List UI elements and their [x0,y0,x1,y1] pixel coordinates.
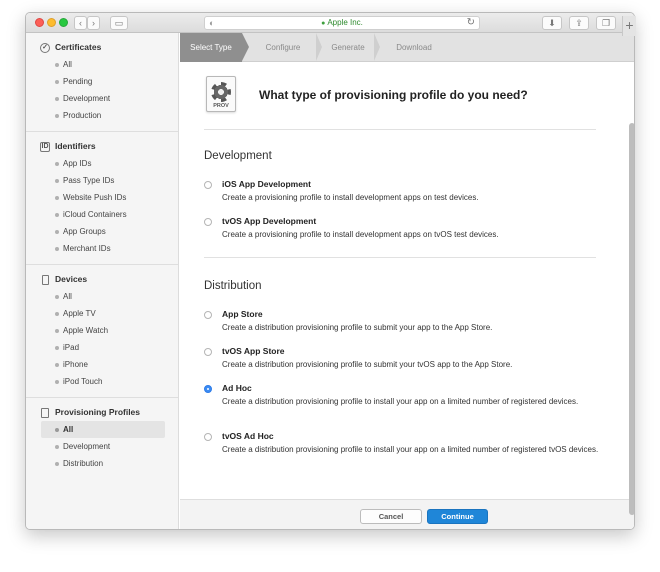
sidebar-item-apple-watch[interactable]: Apple Watch [26,322,178,339]
gear-icon [211,82,231,102]
sidebar-item-ipod-touch[interactable]: iPod Touch [26,373,178,390]
sidebar: ✓ Certificates All Pending Development Pr… [26,33,179,529]
option-title: App Store [222,309,263,319]
sidebar-section-certificates: ✓ Certificates All Pending Development Pr… [26,33,178,132]
device-icon [42,275,49,285]
option-title: tvOS Ad Hoc [222,431,274,441]
development-heading: Development [204,150,272,162]
option-description: Create a distribution provisioning profi… [222,323,493,332]
distribution-heading: Distribution [204,280,262,292]
sidebar-item-profiles-all[interactable]: All [41,421,165,438]
option-title: tvOS App Store [222,346,285,356]
sidebar-heading: ✓ Certificates [26,39,178,56]
sidebar-section-devices: Devices All Apple TV Apple Watch iPad iP… [26,265,178,398]
tabs-overview-icon[interactable]: ❐ [596,16,616,30]
step-download: Download [396,43,432,52]
sidebar-item-certificates-development[interactable]: Development [26,90,178,107]
radio-button[interactable] [204,348,212,356]
radio-button[interactable] [204,218,212,226]
sidebar-item-app-groups[interactable]: App Groups [26,223,178,240]
browser-toolbar: ‹ › ▭ ◐ ● Apple Inc. ↻ ⬇ ⇪ ❐ [26,13,634,33]
radio-button[interactable] [204,311,212,319]
step-select-type: Select Type [180,33,242,62]
sidebar-item-apple-tv[interactable]: Apple TV [26,305,178,322]
sidebar-item-website-push-ids[interactable]: Website Push IDs [26,189,178,206]
certificate-icon: ✓ [40,43,50,53]
page-question: What type of provisioning profile do you… [259,88,528,102]
sidebar-section-identifiers: ID Identifiers App IDs Pass Type IDs Webs… [26,132,178,265]
divider [204,257,596,258]
scrollbar[interactable] [629,123,634,515]
minimize-window-button[interactable] [47,18,56,27]
id-card-icon: ID [40,142,50,152]
option-description: Create a provisioning profile to install… [222,193,479,202]
lock-icon: ● [321,20,326,27]
option-description: Create a distribution provisioning profi… [222,360,513,369]
option-description: Create a provisioning profile to install… [222,230,499,239]
step-configure: Configure [265,43,301,52]
sidebar-item-iphone[interactable]: iPhone [26,356,178,373]
sidebar-item-profiles-distribution[interactable]: Distribution [26,455,178,472]
radio-button-selected[interactable] [204,385,212,393]
main-content: Select Type Configure Generate Download … [180,33,634,529]
cancel-button[interactable]: Cancel [360,509,422,524]
new-tab-plus-icon[interactable]: + [622,16,636,36]
radio-button[interactable] [204,433,212,441]
sidebar-item-app-ids[interactable]: App IDs [26,155,178,172]
close-window-button[interactable] [35,18,44,27]
zoom-window-button[interactable] [59,18,68,27]
back-icon[interactable]: ‹ [74,16,87,30]
sidebar-toggle-icon[interactable]: ▭ [110,16,128,30]
option-title: tvOS App Development [222,216,317,226]
sidebar-heading: Devices [26,271,178,288]
sidebar-item-pass-type-ids[interactable]: Pass Type IDs [26,172,178,189]
sidebar-item-certificates-all[interactable]: All [26,56,178,73]
sidebar-item-devices-all[interactable]: All [26,288,178,305]
option-description: Create a distribution provisioning profi… [222,445,599,454]
divider [204,129,596,130]
address-text: Apple Inc. [327,18,363,27]
option-title: Ad Hoc [222,383,252,393]
address-bar[interactable]: ◐ ● Apple Inc. ↻ [204,16,480,30]
footer-bar: Cancel Continue [180,499,634,529]
forward-icon[interactable]: › [87,16,100,30]
wizard-steps: Select Type Configure Generate Download [180,33,634,62]
sidebar-item-merchant-ids[interactable]: Merchant IDs [26,240,178,257]
sidebar-item-ipad[interactable]: iPad [26,339,178,356]
share-icon[interactable]: ⇪ [569,16,589,30]
downloads-icon[interactable]: ⬇ [542,16,562,30]
provisioning-profile-icon: PROV [206,76,236,112]
radio-button[interactable] [204,181,212,189]
browser-window: ‹ › ▭ ◐ ● Apple Inc. ↻ ⬇ ⇪ ❐ ✓ Certificate… [25,12,635,530]
sidebar-heading: Provisioning Profiles [26,404,178,421]
continue-button[interactable]: Continue [427,509,488,524]
sidebar-item-certificates-pending[interactable]: Pending [26,73,178,90]
sidebar-item-icloud-containers[interactable]: iCloud Containers [26,206,178,223]
step-generate: Generate [331,43,365,52]
option-title: iOS App Development [222,179,311,189]
sidebar-section-provisioning-profiles: Provisioning Profiles All Development Di… [26,398,178,479]
sidebar-heading: ID Identifiers [40,141,96,152]
document-icon [41,408,49,418]
privacy-shield-icon: ◐ [209,18,215,28]
reload-icon[interactable]: ↻ [467,17,475,29]
option-description: Create a distribution provisioning profi… [222,397,579,406]
step-separator [242,33,249,61]
icon-label: PROV [213,103,229,109]
sidebar-item-profiles-development[interactable]: Development [26,438,178,455]
sidebar-item-certificates-production[interactable]: Production [26,107,178,124]
